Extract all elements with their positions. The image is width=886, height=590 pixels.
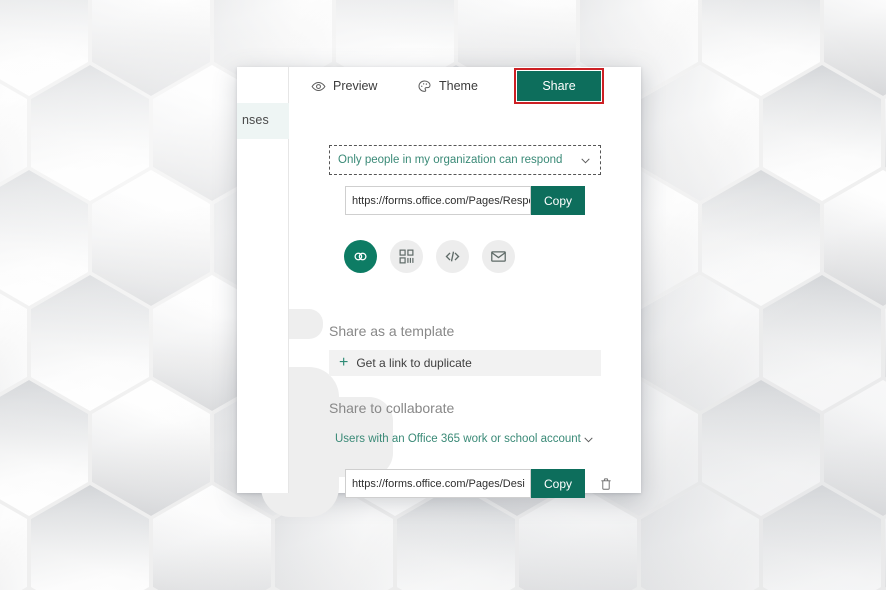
rail-tab-label-truncated[interactable]: nses xyxy=(242,113,269,127)
trash-icon xyxy=(599,476,613,492)
tab-share[interactable]: Share xyxy=(517,71,601,101)
collaborate-selected-value: Users with an Office 365 work or school … xyxy=(335,433,582,445)
eye-icon xyxy=(311,79,326,94)
tab-share-label: Share xyxy=(542,79,576,93)
screenshot-root: nses Preview Theme Share Only people in … xyxy=(0,0,886,590)
share-as-template-heading: Share as a template xyxy=(329,323,455,339)
share-mode-embed-icon-button[interactable] xyxy=(436,240,469,273)
link-icon xyxy=(352,248,369,265)
audience-selected-value: Only people in my organization can respo… xyxy=(338,154,563,166)
palette-icon xyxy=(417,79,432,94)
respond-url-field[interactable]: https://forms.office.com/Pages/Respon xyxy=(345,186,531,215)
get-link-to-duplicate-button[interactable]: + Get a link to duplicate xyxy=(329,350,601,376)
share-mode-row xyxy=(344,240,515,273)
share-to-collaborate-heading: Share to collaborate xyxy=(329,400,455,416)
audience-dropdown[interactable]: Only people in my organization can respo… xyxy=(329,145,601,175)
code-icon xyxy=(444,248,461,265)
hexagon-tile xyxy=(702,380,820,516)
share-mode-link-icon-button[interactable] xyxy=(344,240,377,273)
collaborate-link-row: https://forms.office.com/Pages/Desi Copy xyxy=(345,469,620,498)
tab-bar: Preview Theme Share xyxy=(289,67,641,105)
hexagon-tile xyxy=(641,275,759,411)
share-mode-email-icon-button[interactable] xyxy=(482,240,515,273)
hexagon-tile xyxy=(31,65,149,201)
left-rail: nses xyxy=(237,67,289,493)
forms-share-panel: nses Preview Theme Share Only people in … xyxy=(237,67,641,517)
respond-link-row: https://forms.office.com/Pages/Respon Co… xyxy=(345,186,585,215)
delete-collaborate-link-button[interactable] xyxy=(592,469,620,498)
hexagon-tile xyxy=(763,275,881,411)
copy-respond-link-button[interactable]: Copy xyxy=(531,186,585,215)
hexagon-tile xyxy=(92,380,210,516)
tab-theme-label: Theme xyxy=(439,79,478,93)
get-link-to-duplicate-label: Get a link to duplicate xyxy=(356,356,472,370)
copy-collaborate-link-button[interactable]: Copy xyxy=(531,469,585,498)
hexagon-tile xyxy=(31,275,149,411)
chevron-down-icon xyxy=(579,154,592,167)
qr-code-icon xyxy=(398,248,415,265)
collaborate-audience-dropdown[interactable]: Users with an Office 365 work or school … xyxy=(329,425,601,453)
hexagon-tile xyxy=(763,65,881,201)
mail-icon xyxy=(490,248,507,265)
hexagon-tile xyxy=(641,65,759,201)
chevron-down-icon xyxy=(582,433,595,446)
share-mode-qr-icon-button[interactable] xyxy=(390,240,423,273)
tab-preview[interactable]: Preview xyxy=(311,73,377,99)
share-content: Only people in my organization can respo… xyxy=(289,105,641,498)
tab-preview-label: Preview xyxy=(333,79,378,93)
hexagon-tile xyxy=(92,170,210,306)
collaborate-url-field[interactable]: https://forms.office.com/Pages/Desi xyxy=(345,469,531,498)
plus-icon: + xyxy=(339,354,349,371)
tab-theme[interactable]: Theme xyxy=(417,73,478,99)
hexagon-tile xyxy=(702,170,820,306)
